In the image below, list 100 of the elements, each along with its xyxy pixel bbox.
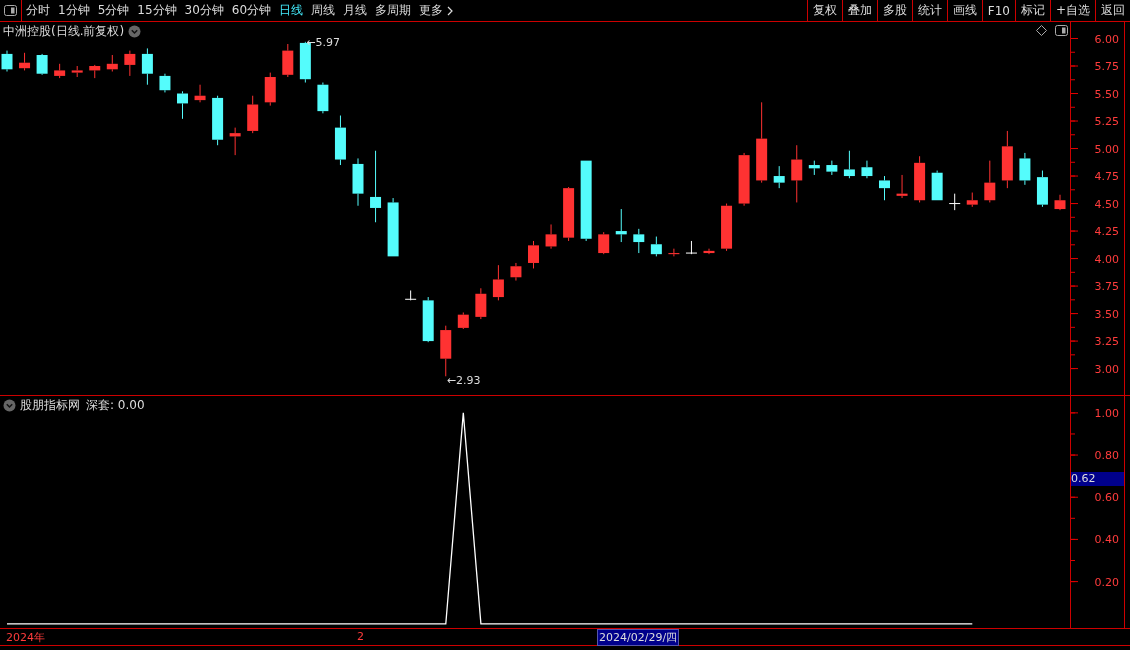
axis-label: 3.50 — [1094, 307, 1119, 321]
toolbar-button[interactable]: F10 — [981, 0, 1015, 21]
candlestick — [721, 203, 733, 252]
candlestick — [36, 53, 48, 76]
candlestick — [405, 289, 417, 301]
candlestick — [650, 236, 662, 257]
candlestick — [966, 192, 978, 208]
period-tab[interactable]: 1分钟 — [54, 0, 94, 21]
dropdown-icon[interactable] — [3, 399, 16, 412]
candlestick — [914, 155, 926, 203]
candlestick — [212, 95, 224, 146]
axis-label: 4.50 — [1094, 197, 1119, 211]
chevron-icon — [446, 5, 455, 16]
axis-label: 4.00 — [1094, 252, 1119, 266]
axis-label: 5.25 — [1094, 115, 1119, 129]
candlestick — [89, 64, 101, 79]
candlestick — [457, 312, 469, 330]
candlestick — [1054, 194, 1066, 211]
cursor-value-label: 0.62 — [1071, 472, 1124, 486]
candlestick — [317, 82, 329, 114]
extreme-label: ←5.97 — [306, 35, 341, 49]
candlestick — [247, 95, 259, 134]
candlestick — [124, 50, 136, 77]
candlestick — [475, 287, 487, 320]
axis-label: 0.20 — [1094, 575, 1119, 589]
axis-label: 1.00 — [1094, 406, 1119, 420]
candlestick — [334, 115, 346, 166]
candlestick — [352, 157, 364, 207]
axis-label: 5.00 — [1094, 142, 1119, 156]
candlestick — [685, 240, 697, 255]
candlestick — [1036, 170, 1048, 208]
extreme-label: ←2.93 — [446, 374, 481, 388]
candlestick — [563, 186, 575, 242]
candlestick — [668, 248, 680, 257]
candlestick — [282, 43, 294, 78]
toolbar-button[interactable]: 画线 — [946, 0, 982, 21]
toolbar-button[interactable]: 多股 — [876, 0, 912, 21]
candlestick — [510, 262, 522, 282]
candlestick — [387, 197, 399, 257]
candlestick — [738, 152, 750, 207]
candlestick — [861, 160, 873, 179]
toolbar-button[interactable]: 返回 — [1095, 0, 1130, 21]
candlestick — [177, 90, 188, 120]
period-tab[interactable]: 15分钟 — [133, 0, 181, 21]
panel-toggle-icon[interactable] — [1055, 25, 1068, 36]
toolbar-button[interactable]: 叠加 — [841, 0, 877, 21]
toolbar-button[interactable]: 复权 — [806, 0, 842, 21]
axis-label: 3.75 — [1094, 280, 1119, 294]
candlestick — [19, 52, 31, 71]
axis-label: 5.50 — [1094, 87, 1119, 101]
candlestick — [896, 174, 908, 199]
dropdown-icon[interactable] — [128, 25, 142, 38]
candlestick — [1, 50, 13, 72]
toolbar-button[interactable]: 统计 — [911, 0, 947, 21]
candlestick — [229, 127, 241, 156]
candlestick — [545, 223, 557, 250]
candlestick — [264, 72, 276, 107]
candlestick — [1019, 152, 1031, 186]
candlestick — [422, 296, 434, 343]
axis-label: 3.25 — [1094, 335, 1119, 349]
candlestick — [633, 228, 645, 254]
axis-label: 3.00 — [1094, 362, 1119, 376]
axis-label: 5.75 — [1094, 60, 1119, 73]
axis-label: 4.25 — [1094, 225, 1119, 239]
candlestick — [791, 144, 803, 203]
toolbar-button[interactable]: +自选 — [1049, 0, 1095, 21]
axis-label: 0.80 — [1094, 449, 1119, 463]
period-tab[interactable]: 60分钟 — [227, 0, 276, 21]
candlestick — [71, 65, 83, 78]
candlestick — [54, 63, 66, 79]
date-label: 2024年 — [6, 630, 45, 645]
axis-label: 0.40 — [1094, 533, 1119, 547]
indicator-name: 股朋指标网 — [20, 397, 80, 414]
period-tab[interactable]: 月线 — [339, 0, 372, 21]
candlestick — [808, 160, 820, 176]
indicator-reading: 深套: 0.00 — [86, 397, 145, 414]
candlestick — [141, 47, 153, 86]
candlestick — [931, 170, 943, 201]
period-tab[interactable]: 周线 — [307, 0, 340, 21]
period-tab[interactable]: 日线 — [275, 0, 308, 21]
period-tab[interactable]: 多周期 — [371, 0, 416, 21]
candlestick — [598, 231, 610, 255]
diamond-icon[interactable] — [1036, 25, 1047, 36]
candlestick — [492, 264, 504, 301]
candlestick — [528, 240, 539, 269]
candlestick — [703, 248, 715, 255]
period-tab[interactable]: 30分钟 — [180, 0, 228, 21]
axis-label: 0.60 — [1094, 491, 1119, 505]
candlestick — [984, 160, 996, 203]
date-label: 2 — [357, 630, 364, 643]
candlestick — [615, 208, 627, 243]
candlestick — [826, 160, 838, 176]
candlestick — [440, 325, 452, 377]
candlestick — [159, 73, 171, 93]
chart-title: 中洲控股(日线.前复权) — [3, 23, 125, 40]
more-menu[interactable]: 更多 — [415, 0, 459, 21]
period-tab[interactable]: 分时 — [22, 0, 54, 21]
period-tab[interactable]: 5分钟 — [93, 0, 134, 21]
toolbar-button[interactable]: 标记 — [1014, 0, 1050, 21]
candlestick — [949, 193, 961, 211]
